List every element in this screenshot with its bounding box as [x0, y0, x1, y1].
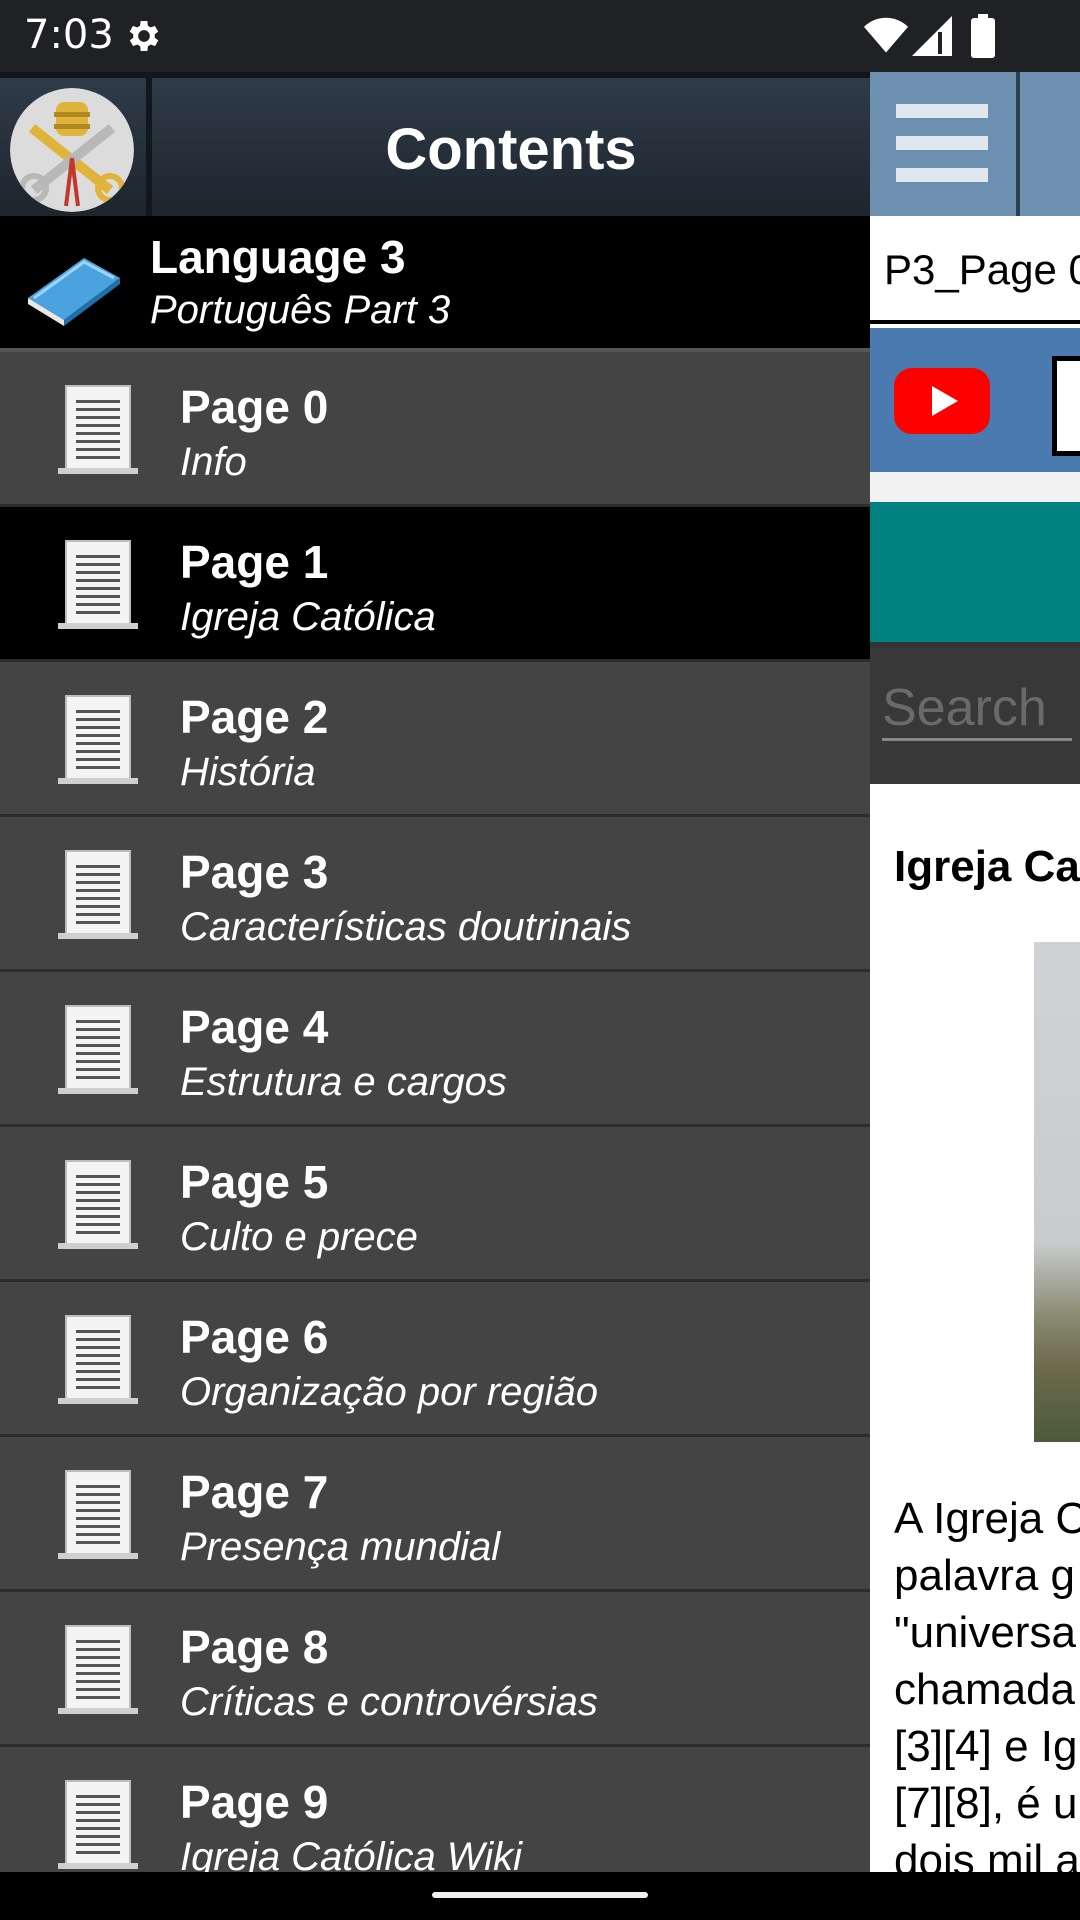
page-item-subtitle: Info: [180, 440, 247, 484]
page-item-title: Page 1: [180, 536, 329, 588]
document-icon: [52, 1777, 144, 1872]
article-title: Igreja Ca: [894, 842, 1080, 891]
wifi-icon: [864, 17, 908, 53]
drawer-header: Contents: [0, 72, 870, 222]
page-list: Page 0 Info Page 1 Igreja Católica Page 2 His…: [0, 352, 870, 1872]
document-icon: [52, 847, 144, 943]
page-list-item[interactable]: Page 8 Críticas e controvérsias: [0, 1592, 870, 1747]
document-icon: [52, 382, 144, 478]
page-item-subtitle: Culto e prece: [180, 1215, 418, 1259]
page-list-item[interactable]: Page 7 Presença mundial: [0, 1437, 870, 1592]
page-item-title: Page 5: [180, 1156, 329, 1208]
page-list-item[interactable]: Page 4 Estrutura e cargos: [0, 972, 870, 1127]
document-icon: [52, 692, 144, 788]
article-paragraph: A Igreja C palavra g "universa chamada […: [894, 1494, 1080, 1872]
page-item-title: Page 8: [180, 1621, 329, 1673]
battery-icon: [971, 14, 995, 58]
article-photo: [1034, 942, 1080, 1442]
drawer-title: Contents: [385, 117, 637, 182]
page-item-title: Page 3: [180, 846, 329, 898]
background-toolbar: [870, 72, 1080, 216]
page-list-item[interactable]: Page 9 Igreja Católica Wiki: [0, 1747, 870, 1872]
page-item-subtitle: História: [180, 750, 316, 794]
hamburger-menu-button[interactable]: [870, 72, 1020, 216]
language-subtitle: Português Part 3: [150, 288, 451, 332]
page-list-item[interactable]: Page 3 Características doutrinais: [0, 817, 870, 972]
language-title: Language 3: [150, 231, 406, 283]
book-icon: [28, 258, 120, 326]
page-item-subtitle: Estrutura e cargos: [180, 1060, 507, 1104]
document-icon: [52, 1622, 144, 1718]
page-item-subtitle: Características doutrinais: [180, 905, 632, 949]
document-link-icon[interactable]: [1052, 356, 1080, 456]
page-label: P3_Page 0: [870, 216, 1080, 324]
page-list-item[interactable]: Page 1 Igreja Católica: [0, 507, 870, 662]
page-item-subtitle: Igreja Católica Wiki: [180, 1835, 522, 1872]
page-item-title: Page 7: [180, 1466, 329, 1518]
page-item-title: Page 2: [180, 691, 329, 743]
status-bar: 7:03: [0, 0, 1080, 72]
page-list-item[interactable]: Page 2 História: [0, 662, 870, 817]
document-icon: [52, 1002, 144, 1098]
search-bar: [870, 648, 1080, 784]
page-list-item[interactable]: Page 0 Info: [0, 352, 870, 507]
page-item-title: Page 4: [180, 1001, 329, 1053]
vatican-coat-of-arms-icon: [10, 88, 134, 212]
page-item-subtitle: Presença mundial: [180, 1525, 501, 1569]
background-app: P3_Page 0 Igreja Ca A Igreja C palavra g…: [870, 72, 1080, 1872]
language-selector[interactable]: Language 3 Português Part 3: [0, 216, 870, 352]
toolbar-button[interactable]: [1020, 72, 1080, 216]
document-icon: [52, 537, 144, 633]
page-list-item[interactable]: Page 6 Organização por região: [0, 1282, 870, 1437]
navigation-bar: [0, 1872, 1080, 1920]
page-item-subtitle: Igreja Católica: [180, 595, 436, 639]
document-icon: [52, 1157, 144, 1253]
page-list-item[interactable]: Page 5 Culto e prece: [0, 1127, 870, 1282]
teal-banner: [870, 502, 1080, 648]
page-item-title: Page 0: [180, 381, 329, 433]
cell-signal-icon: [912, 16, 952, 56]
status-time: 7:03: [24, 12, 114, 58]
search-input[interactable]: [882, 678, 1072, 741]
settings-gear-icon: [129, 21, 159, 51]
youtube-icon[interactable]: [894, 368, 990, 434]
home-gesture-handle[interactable]: [432, 1892, 648, 1898]
page-item-title: Page 6: [180, 1311, 329, 1363]
document-icon: [52, 1312, 144, 1408]
page-item-subtitle: Críticas e controvérsias: [180, 1680, 598, 1724]
navigation-drawer: Contents Language 3 Português Part 3 Pag…: [0, 72, 870, 1872]
page-item-subtitle: Organização por região: [180, 1370, 599, 1414]
page-item-title: Page 9: [180, 1776, 329, 1828]
document-icon: [52, 1467, 144, 1563]
links-bar: [870, 328, 1080, 472]
